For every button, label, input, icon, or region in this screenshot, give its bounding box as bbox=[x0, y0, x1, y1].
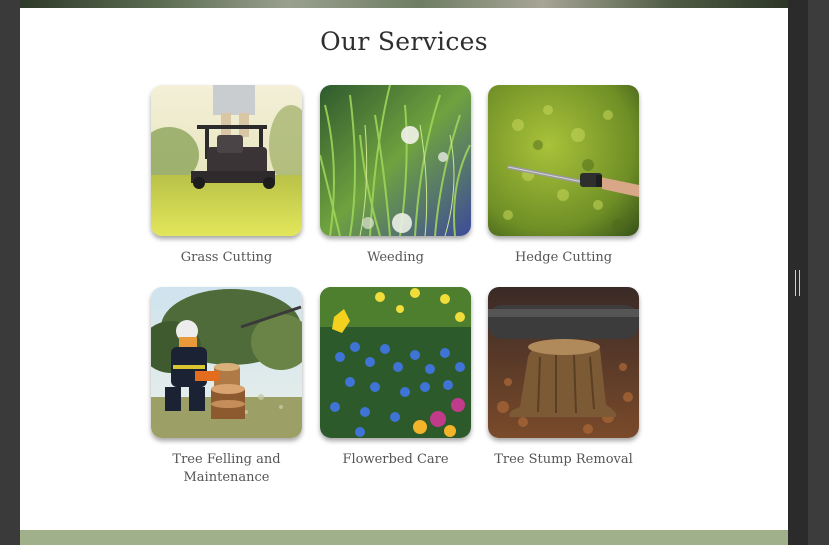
service-card-tree-stump-removal[interactable]: Tree Stump Removal bbox=[488, 287, 639, 469]
service-card-weeding[interactable]: Weeding bbox=[320, 85, 471, 267]
service-card-tree-felling[interactable]: Tree Felling and Maintenance bbox=[151, 287, 302, 487]
service-label[interactable]: Weeding bbox=[320, 249, 471, 267]
footer-band bbox=[20, 530, 788, 545]
service-label[interactable]: Grass Cutting bbox=[151, 249, 302, 267]
dandelion-grass-image[interactable] bbox=[320, 85, 471, 236]
service-card-hedge-cutting[interactable]: Hedge Cutting bbox=[488, 85, 639, 267]
window-edge bbox=[808, 0, 829, 545]
service-card-flowerbed-care[interactable]: Flowerbed Care bbox=[320, 287, 471, 469]
scrollbar-grip-icon[interactable] bbox=[795, 270, 801, 296]
section-title: Our Services bbox=[320, 27, 488, 56]
service-label[interactable]: Hedge Cutting bbox=[488, 249, 639, 267]
page: Our Services Grass Cutting Weeding Hedge… bbox=[20, 0, 788, 545]
service-label[interactable]: Flowerbed Care bbox=[320, 451, 471, 469]
lawn-mower-image[interactable] bbox=[151, 85, 302, 236]
hero-image-strip bbox=[20, 0, 788, 8]
service-label[interactable]: Tree Felling and Maintenance bbox=[151, 451, 302, 487]
service-card-grass-cutting[interactable]: Grass Cutting bbox=[151, 85, 302, 267]
service-label[interactable]: Tree Stump Removal bbox=[488, 451, 639, 469]
flowerbed-image[interactable] bbox=[320, 287, 471, 438]
chainsaw-worker-image[interactable] bbox=[151, 287, 302, 438]
tree-stump-image[interactable] bbox=[488, 287, 639, 438]
hedge-trimmer-image[interactable] bbox=[488, 85, 639, 236]
